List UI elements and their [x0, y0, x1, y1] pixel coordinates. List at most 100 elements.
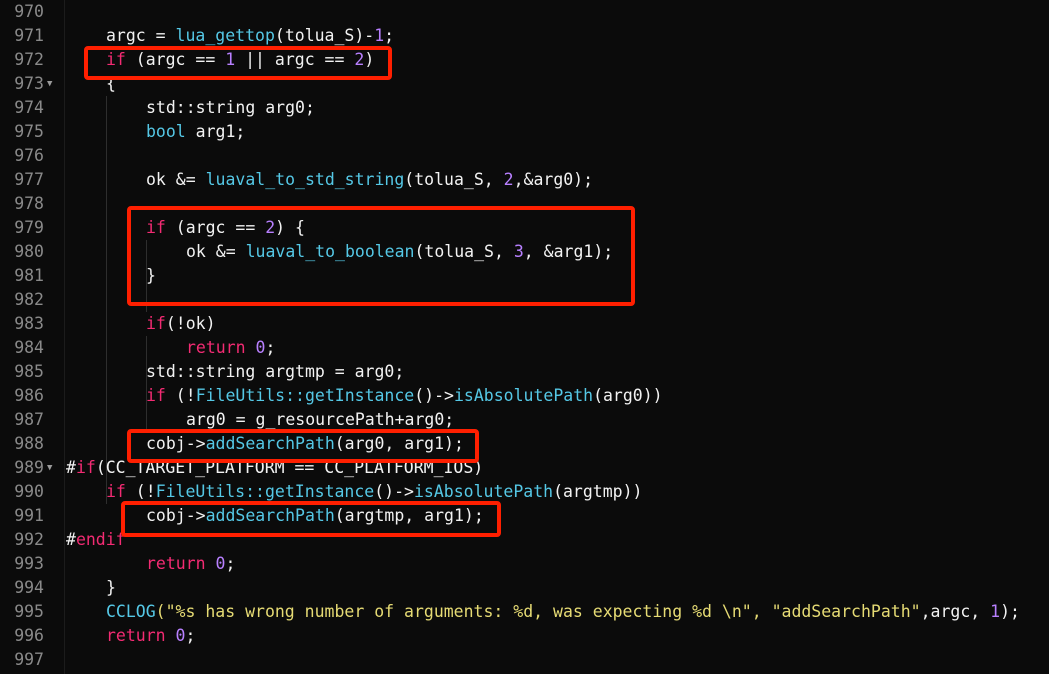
- code-token: ("%s has wrong number of arguments: %d, …: [155, 602, 921, 621]
- line-number: 997: [14, 650, 44, 669]
- code-line[interactable]: 996 return 0;: [0, 624, 1049, 648]
- code-token: ,argc,: [920, 602, 991, 621]
- code-token: luaval_to_std_string: [205, 170, 405, 189]
- line-number: 971: [14, 26, 44, 45]
- code-token: std::string arg0;: [146, 98, 315, 117]
- code-token: }: [106, 578, 116, 597]
- code-token: (argtmp)): [553, 482, 643, 501]
- code-line[interactable]: 986 if (!FileUtils::getInstance()->isAbso…: [0, 384, 1049, 408]
- line-number: 990: [14, 482, 44, 501]
- code-token: if: [146, 386, 166, 405]
- line-code: #endif: [66, 528, 126, 552]
- code-token: ;: [265, 338, 276, 357]
- code-editor[interactable]: 970 971 argc = lua_gettop(tolua_S)-1; 972 if…: [0, 0, 1049, 674]
- code-token: std::string argtmp = arg0;: [146, 362, 405, 381]
- code-line[interactable]: 974 std::string arg0;: [0, 96, 1049, 120]
- code-token: arg0 = g_resourcePath+arg0;: [186, 410, 455, 429]
- code-token: if: [146, 314, 166, 333]
- code-token: (tolua_S,: [404, 170, 504, 189]
- code-line[interactable]: 997: [0, 648, 1049, 672]
- line-number: 976: [14, 146, 44, 165]
- code-line[interactable]: 971 argc = lua_gettop(tolua_S)-1;: [0, 24, 1049, 48]
- line-number: 983: [14, 314, 44, 333]
- code-token: #: [66, 530, 76, 549]
- line-code: bool arg1;: [146, 120, 245, 144]
- line-number: 982: [14, 290, 44, 309]
- line-number: 977: [14, 170, 44, 189]
- code-token: 0: [215, 554, 226, 573]
- fold-toggle-icon[interactable]: ▼: [47, 72, 52, 96]
- code-line[interactable]: 994}: [0, 576, 1049, 600]
- line-code: std::string argtmp = arg0;: [146, 360, 404, 384]
- line-code: if(!ok): [146, 312, 216, 336]
- code-token: FileUtils::getInstance: [195, 386, 415, 405]
- line-number: 986: [14, 386, 44, 405]
- code-line[interactable]: 977 ok &= luaval_to_std_string(tolua_S, 2…: [0, 168, 1049, 192]
- line-number: 975: [14, 122, 44, 141]
- line-number: 979: [14, 218, 44, 237]
- code-token: if: [106, 482, 126, 501]
- line-code: argc = lua_gettop(tolua_S)-1;: [106, 24, 394, 48]
- code-line[interactable]: 984 return 0;: [0, 336, 1049, 360]
- code-token: (!ok): [165, 314, 216, 333]
- code-token: (!: [125, 482, 156, 501]
- line-code: ok &= luaval_to_std_string(tolua_S, 2,&a…: [146, 168, 593, 192]
- highlight-box: [84, 46, 392, 80]
- line-number: 993: [14, 554, 44, 573]
- code-token: ,&arg0);: [513, 170, 594, 189]
- line-number: 984: [14, 338, 44, 357]
- code-token: ;: [185, 626, 196, 645]
- code-token: argc =: [106, 26, 176, 45]
- line-number: 978: [14, 194, 44, 213]
- code-line[interactable]: 995 CCLOG("%s has wrong number of argumen…: [0, 600, 1049, 624]
- line-code: if (!FileUtils::getInstance()->isAbsolut…: [146, 384, 663, 408]
- code-token: FileUtils::getInstance: [155, 482, 375, 501]
- line-number: 995: [14, 602, 44, 621]
- fold-toggle-icon[interactable]: ▼: [47, 456, 52, 480]
- code-token: if: [75, 458, 96, 477]
- code-token: 1: [374, 26, 385, 45]
- code-token: return: [146, 554, 206, 573]
- line-number: 981: [14, 266, 44, 285]
- code-token: 0: [175, 626, 186, 645]
- line-code: CCLOG("%s has wrong number of arguments:…: [106, 600, 1020, 624]
- code-token: ;: [384, 26, 395, 45]
- line-number: 980: [14, 242, 44, 261]
- code-token: 2: [503, 170, 514, 189]
- line-number: 972: [14, 50, 44, 69]
- code-line[interactable]: 976: [0, 144, 1049, 168]
- code-token: CCLOG: [106, 602, 156, 621]
- code-token: ()->: [414, 386, 454, 405]
- line-number: 991: [14, 506, 44, 525]
- line-number: 987: [14, 410, 44, 429]
- line-number: 973: [14, 74, 44, 93]
- code-line[interactable]: 975 bool arg1;: [0, 120, 1049, 144]
- highlight-box: [127, 429, 479, 463]
- line-number: 974: [14, 98, 44, 117]
- line-number: 988: [14, 434, 44, 453]
- line-number: 994: [14, 578, 44, 597]
- highlight-box: [127, 206, 635, 306]
- code-token: isAbsolutePath: [453, 386, 594, 405]
- line-number: 992: [14, 530, 44, 549]
- code-line[interactable]: 985 std::string argtmp = arg0;: [0, 360, 1049, 384]
- line-code: }: [106, 576, 116, 600]
- code-token: endif: [75, 530, 126, 549]
- code-token: (!: [165, 386, 196, 405]
- line-number: 996: [14, 626, 44, 645]
- code-line[interactable]: 993 return 0;: [0, 552, 1049, 576]
- code-token: #: [66, 458, 76, 477]
- code-token: ;: [225, 554, 236, 573]
- code-token: (tolua_S)-: [274, 26, 375, 45]
- code-line[interactable]: 983 if(!ok): [0, 312, 1049, 336]
- line-number: 989: [14, 458, 44, 477]
- code-token: 1: [990, 602, 1001, 621]
- code-token: ()->: [374, 482, 414, 501]
- code-line[interactable]: 970: [0, 0, 1049, 24]
- code-token: ok &=: [146, 170, 206, 189]
- line-number: 970: [14, 2, 44, 21]
- line-number: 985: [14, 362, 44, 381]
